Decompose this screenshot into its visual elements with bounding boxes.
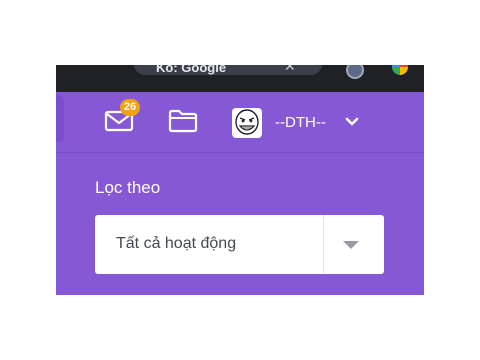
top-header: 26 --DTH-- [56, 92, 424, 153]
browser-toolbar: Ko: Google ✕ [56, 65, 424, 92]
close-icon[interactable]: ✕ [284, 65, 296, 73]
extension-icon[interactable] [346, 65, 364, 79]
browser-tab-title: Ko: Google [156, 65, 227, 75]
select-value: Tất cả hoạt động [116, 235, 237, 252]
troll-face-avatar-icon [235, 109, 259, 135]
app-panel: Ko: Google ✕ 26 --DTH-- Lọc theo Tất cả … [56, 65, 424, 295]
caret-down-icon[interactable] [343, 241, 359, 249]
username[interactable]: --DTH-- [275, 114, 326, 131]
activity-filter-select[interactable]: Tất cả hoạt động [95, 215, 384, 274]
notification-badge: 26 [120, 99, 140, 116]
filter-label: Lọc theo [95, 178, 161, 197]
select-divider [323, 215, 324, 274]
folder-button[interactable] [168, 108, 198, 134]
folder-icon [168, 109, 198, 133]
chevron-down-icon [345, 117, 359, 126]
user-menu-button[interactable] [344, 114, 360, 130]
chrome-profile-icon[interactable] [392, 65, 408, 75]
search-box-edge[interactable] [56, 95, 64, 142]
avatar[interactable] [232, 108, 262, 138]
